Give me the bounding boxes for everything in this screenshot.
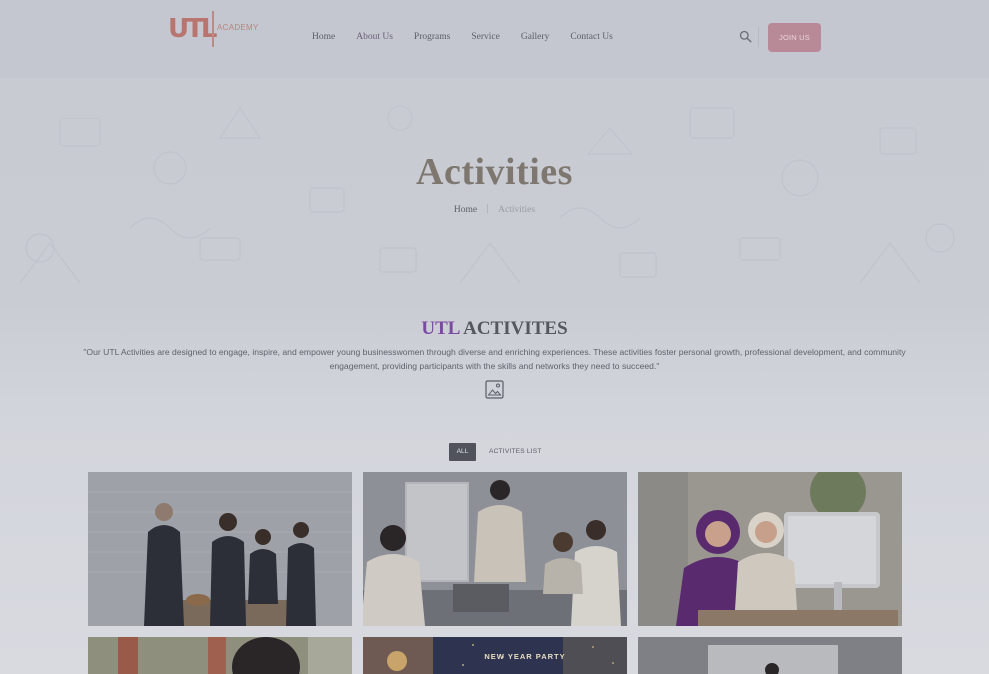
search-icon[interactable] <box>739 30 752 43</box>
gallery-item-meeting[interactable] <box>363 472 627 626</box>
new-year-party-photo: NEW YEAR PARTY <box>363 637 627 674</box>
page-title: Activities <box>416 151 573 193</box>
breadcrumb: Home Activities <box>0 204 989 215</box>
nav-item-about-us[interactable]: About Us <box>356 32 393 42</box>
nav-item-gallery[interactable]: Gallery <box>521 32 550 42</box>
filter-activities-list-tab[interactable]: ACTIVITES LIST <box>489 443 542 461</box>
logo-divider <box>212 11 214 47</box>
women-at-computer-photo <box>638 472 902 626</box>
gallery-item-new-year-party[interactable]: NEW YEAR PARTY <box>363 637 627 674</box>
section-title: UTL ACTIVITES <box>0 318 989 340</box>
gallery-item-4[interactable] <box>88 637 352 674</box>
new-year-party-caption: NEW YEAR PARTY <box>484 652 565 661</box>
gallery-item-presentation[interactable] <box>638 637 902 674</box>
nav-item-service[interactable]: Service <box>471 32 500 42</box>
site-header: UTL ACADEMY Home About Us Programs Servi… <box>0 0 989 78</box>
filter-all-tab[interactable]: ALL <box>449 443 476 461</box>
gallery-item-computer[interactable] <box>638 472 902 626</box>
breadcrumb-separator <box>487 204 489 213</box>
section-title-accent: UTL <box>421 318 460 339</box>
join-us-button[interactable]: JOIN US <box>768 23 821 52</box>
logo[interactable]: UTL ACADEMY <box>168 11 258 49</box>
gallery-photo-4 <box>88 637 352 674</box>
header-divider <box>758 27 759 47</box>
page-hero: Activities Home Activities <box>0 78 989 298</box>
team-meeting-photo <box>363 472 627 626</box>
presentation-photo <box>638 637 902 674</box>
breadcrumb-home[interactable]: Home <box>454 205 477 215</box>
nav-item-home[interactable]: Home <box>312 32 335 42</box>
nav-item-contact-us[interactable]: Contact Us <box>570 32 612 42</box>
main-nav: Home About Us Programs Service Gallery C… <box>312 32 634 42</box>
breadcrumb-current: Activities <box>498 205 536 215</box>
section-title-rest: ACTIVITES <box>459 318 568 339</box>
nav-item-programs[interactable]: Programs <box>414 32 450 42</box>
logo-mark: UTL <box>168 14 217 44</box>
gallery-item-networking[interactable] <box>88 472 352 626</box>
networking-event-photo <box>88 472 352 626</box>
image-icon <box>485 380 504 399</box>
section-description: "Our UTL Activities are designed to enga… <box>83 347 906 371</box>
logo-subtitle: ACADEMY <box>217 23 259 32</box>
